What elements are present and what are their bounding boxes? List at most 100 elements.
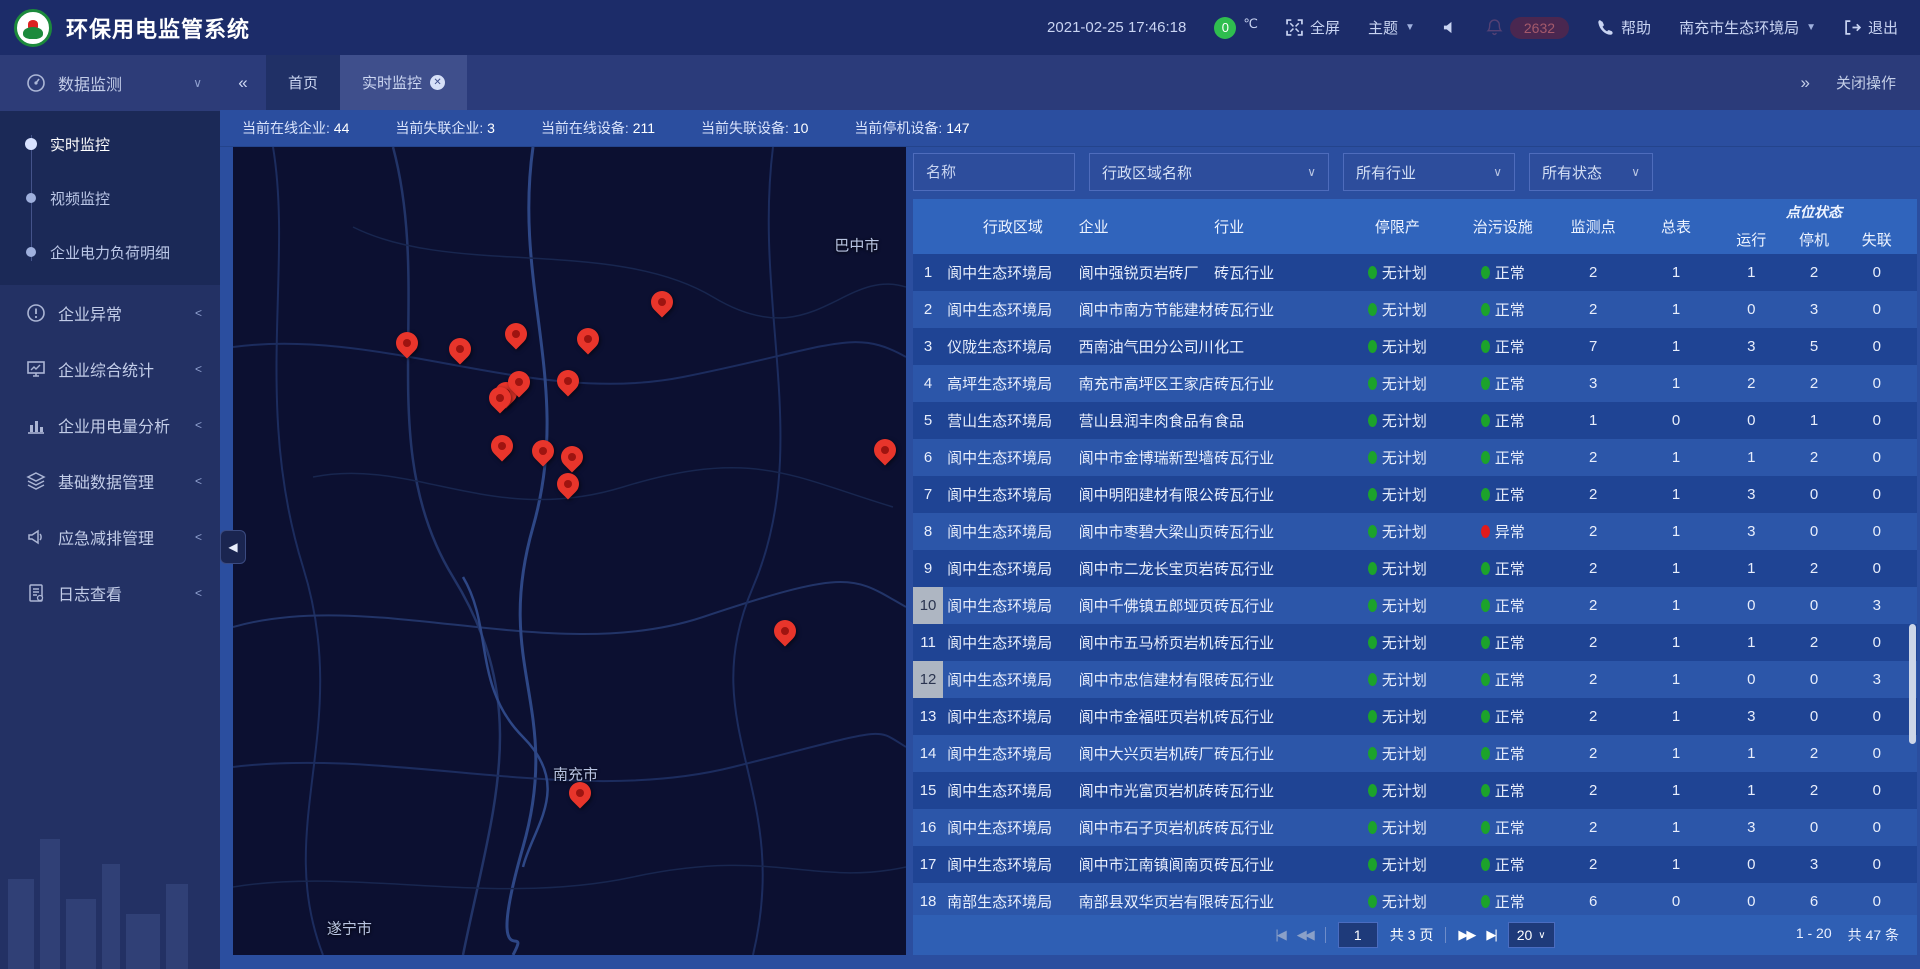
- speaker-muted-icon[interactable]: [1443, 19, 1458, 36]
- table-scrollbar[interactable]: [1909, 624, 1916, 744]
- status-dot-green-icon: [1368, 266, 1377, 279]
- close-operations-button[interactable]: 关闭操作: [1836, 72, 1896, 93]
- cell-halt-count: 0: [1786, 698, 1841, 735]
- cell-region: 阆中生态环境局: [943, 513, 1079, 550]
- cell-facility-status: 正常: [1455, 698, 1550, 735]
- status-text: 正常: [1495, 817, 1525, 838]
- chevron-down-icon: ∨: [1538, 930, 1545, 941]
- industry-select[interactable]: 所有行业 ∨: [1343, 153, 1515, 191]
- map-collapse-button[interactable]: ◀: [220, 530, 246, 564]
- name-search-input[interactable]: [913, 153, 1075, 191]
- page-size-select[interactable]: 20 ∨: [1508, 922, 1555, 948]
- tabs-scroll-left-button[interactable]: «: [220, 73, 266, 93]
- table-row[interactable]: 17阆中生态环境局阆中市江南镇阆南页岩砖瓦行业无计划正常21030: [913, 846, 1917, 883]
- cell-meter-count: 0: [1636, 883, 1716, 915]
- sidebar-section-4[interactable]: 基础数据管理<: [0, 453, 220, 509]
- status-dot-green-icon: [1481, 414, 1490, 427]
- cell-facility-status: 正常: [1455, 476, 1550, 513]
- status-text: 无计划: [1382, 558, 1427, 579]
- cell-monitor-count: 2: [1551, 735, 1636, 772]
- sidebar-item-0-1[interactable]: 视频监控: [0, 171, 220, 225]
- cell-region: 阆中生态环境局: [943, 550, 1079, 587]
- status-dot-green-icon: [1481, 895, 1490, 908]
- cell-halt-count: 2: [1786, 365, 1841, 402]
- sidebar-item-0-0[interactable]: 实时监控: [0, 117, 220, 171]
- table-row[interactable]: 13阆中生态环境局阆中市金福旺页岩机砖砖瓦行业无计划正常21300: [913, 698, 1917, 735]
- notification-button[interactable]: 2632: [1486, 17, 1569, 39]
- pagination-summary: 1 - 20 共 47 条: [1796, 925, 1899, 945]
- tab-close-icon[interactable]: ✕: [430, 75, 445, 90]
- table-row[interactable]: 1阆中生态环境局阆中强锐页岩砖厂砖瓦行业无计划正常21120: [913, 254, 1917, 291]
- last-page-button[interactable]: ▶|: [1486, 927, 1495, 943]
- table-row[interactable]: 2阆中生态环境局阆中市南方节能建材有砖瓦行业无计划正常21030: [913, 291, 1917, 328]
- table-row[interactable]: 18南部生态环境局南部县双华页岩有限公砖瓦行业无计划正常60060: [913, 883, 1917, 915]
- next-page-button[interactable]: ▶▶: [1458, 927, 1474, 943]
- sidebar-section-2[interactable]: 企业综合统计<: [0, 341, 220, 397]
- status-dot-green-icon: [1368, 858, 1377, 871]
- cell-run-count: 3: [1716, 698, 1786, 735]
- theme-dropdown[interactable]: 主题 ▼: [1368, 17, 1415, 38]
- fullscreen-button[interactable]: 全屏: [1286, 17, 1340, 38]
- temperature-indicator: 0 ℃: [1214, 17, 1258, 39]
- status-select[interactable]: 所有状态 ∨: [1529, 153, 1653, 191]
- logout-button[interactable]: 退出: [1844, 17, 1898, 38]
- cell-halt-count: 1: [1786, 402, 1841, 439]
- status-dot-red-icon: [1481, 525, 1490, 538]
- sidebar-section-0[interactable]: 数据监测∨: [0, 55, 220, 111]
- table-row[interactable]: 3仪陇生态环境局西南油气田分公司川中化工无计划正常71350: [913, 328, 1917, 365]
- cell-run-count: 3: [1716, 476, 1786, 513]
- table-row[interactable]: 9阆中生态环境局阆中市二龙长宝页岩砖砖瓦行业无计划正常21120: [913, 550, 1917, 587]
- sidebar-section-3[interactable]: 企业用电量分析<: [0, 397, 220, 453]
- table-row[interactable]: 16阆中生态环境局阆中市石子页岩机砖厂砖瓦行业无计划正常21300: [913, 809, 1917, 846]
- chevron-left-icon: <: [195, 586, 202, 600]
- bullet-icon: [25, 138, 37, 150]
- first-page-button[interactable]: |◀: [1275, 927, 1284, 943]
- status-text: 正常: [1495, 410, 1525, 431]
- page-number-input[interactable]: [1338, 922, 1378, 948]
- cell-industry: 砖瓦行业: [1214, 513, 1340, 550]
- brand: 环保用电监管系统: [14, 9, 250, 47]
- cell-lost-count: 0: [1842, 365, 1912, 402]
- status-text: 正常: [1495, 595, 1525, 616]
- tabs-scroll-right-button[interactable]: »: [1801, 73, 1810, 93]
- table-row[interactable]: 7阆中生态环境局阆中明阳建材有限公司砖瓦行业无计划正常21300: [913, 476, 1917, 513]
- sidebar-section-1[interactable]: 企业异常<: [0, 285, 220, 341]
- sidebar-section-5[interactable]: 应急减排管理<: [0, 509, 220, 565]
- map-canvas[interactable]: 巴中市南充市遂宁市: [233, 147, 906, 955]
- map-panel[interactable]: ◀ 巴中市南充市遂宁市: [233, 147, 906, 955]
- chevron-left-icon: <: [195, 418, 202, 432]
- table-row[interactable]: 12阆中生态环境局阆中市忠信建材有限公砖瓦行业无计划正常21003: [913, 661, 1917, 698]
- tab-realtime-monitor[interactable]: 实时监控 ✕: [340, 55, 467, 110]
- table-row[interactable]: 14阆中生态环境局阆中大兴页岩机砖厂砖瓦行业无计划正常21120: [913, 735, 1917, 772]
- cell-index: 14: [913, 735, 943, 772]
- table-row[interactable]: 11阆中生态环境局阆中市五马桥页岩机砖砖瓦行业无计划正常21120: [913, 624, 1917, 661]
- cell-halt-count: 0: [1786, 587, 1841, 624]
- org-dropdown[interactable]: 南充市生态环境局 ▼: [1679, 17, 1816, 38]
- table-row[interactable]: 4高坪生态环境局南充市高坪区王家店建砖瓦行业无计划正常31220: [913, 365, 1917, 402]
- cell-meter-count: 1: [1636, 735, 1716, 772]
- status-dot-green-icon: [1368, 673, 1377, 686]
- table-row[interactable]: 5营山生态环境局营山县润丰肉食品有限食品无计划正常10010: [913, 402, 1917, 439]
- tab-home[interactable]: 首页: [266, 55, 340, 110]
- cell-facility-status: 正常: [1455, 624, 1550, 661]
- cell-lost-count: 0: [1842, 254, 1912, 291]
- sidebar-item-0-2[interactable]: 企业电力负荷明细: [0, 225, 220, 279]
- cell-halt-count: 0: [1786, 809, 1841, 846]
- alert-icon: [26, 303, 46, 323]
- status-text: 无计划: [1382, 336, 1427, 357]
- sidebar-section-6[interactable]: 日志查看<: [0, 565, 220, 621]
- table-row[interactable]: 10阆中生态环境局阆中千佛镇五郎垭页岩砖瓦行业无计划正常21003: [913, 587, 1917, 624]
- sidebar-section-label: 企业用电量分析: [58, 413, 195, 437]
- cell-index: 4: [913, 365, 943, 402]
- table-row[interactable]: 15阆中生态环境局阆中市光富页岩机砖厂砖瓦行业无计划正常21120: [913, 772, 1917, 809]
- col-company: 企业: [1079, 199, 1215, 254]
- table-row[interactable]: 8阆中生态环境局阆中市枣碧大梁山页岩砖瓦行业无计划异常21300: [913, 513, 1917, 550]
- prev-page-button[interactable]: ◀◀: [1297, 927, 1313, 943]
- cell-stop-status: 无计划: [1340, 809, 1455, 846]
- cell-stop-status: 无计划: [1340, 698, 1455, 735]
- help-button[interactable]: 帮助: [1597, 17, 1651, 38]
- chevron-down-icon: ∨: [193, 76, 202, 90]
- cell-index: 13: [913, 698, 943, 735]
- region-select[interactable]: 行政区域名称 ∨: [1089, 153, 1329, 191]
- table-row[interactable]: 6阆中生态环境局阆中市金博瑞新型墙材砖瓦行业无计划正常21120: [913, 439, 1917, 476]
